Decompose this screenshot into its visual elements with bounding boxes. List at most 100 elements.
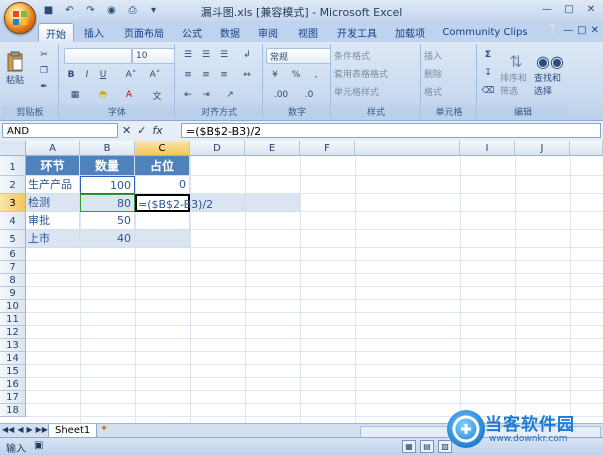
comma-style-icon[interactable]: , (308, 68, 324, 82)
shrink-font-icon[interactable]: A˅ (144, 68, 166, 82)
find-select-button[interactable]: ◉◉ 查找和选择 (534, 48, 566, 100)
increase-indent-icon[interactable]: ⇥ (198, 88, 214, 102)
phonetic-icon[interactable]: 文 (146, 88, 168, 102)
row-header-1[interactable]: 1 (0, 156, 26, 176)
ribbon-restore-icon[interactable]: □ (577, 25, 586, 36)
cell-a1[interactable]: 环节 (26, 156, 80, 176)
insert-sheet-icon[interactable]: ✦ (97, 424, 111, 437)
row-header-9[interactable]: 9 (0, 287, 26, 300)
fill-icon[interactable]: ↧ (480, 66, 496, 80)
row-header-15[interactable]: 15 (0, 365, 26, 378)
enter-icon[interactable]: ✓ (137, 124, 146, 137)
row-header-16[interactable]: 16 (0, 378, 26, 391)
column-header-c[interactable]: C (135, 141, 190, 156)
conditional-formatting-button[interactable]: 条件格式 (334, 48, 418, 62)
cell-c5[interactable] (135, 230, 190, 248)
percent-icon[interactable]: % (288, 68, 304, 82)
select-all-corner[interactable] (0, 141, 26, 156)
ribbon-minimize-icon[interactable]: — (563, 25, 573, 36)
insert-function-icon[interactable]: fx (152, 124, 162, 137)
column-header-b[interactable]: B (80, 141, 135, 156)
align-top-icon[interactable]: ☰ (180, 48, 196, 62)
row-header-14[interactable]: 14 (0, 352, 26, 365)
formula-input[interactable]: =($B$2-B3)/2 (181, 123, 601, 138)
borders-icon[interactable]: ▦ (64, 88, 86, 102)
close-icon[interactable]: ✕ (581, 2, 601, 17)
align-right-icon[interactable]: ≡ (216, 68, 232, 82)
minimize-icon[interactable]: — (537, 2, 557, 17)
cell-styles-button[interactable]: 单元格样式 (334, 84, 418, 98)
last-sheet-icon[interactable]: ▶▶ (36, 425, 48, 434)
align-bottom-icon[interactable]: ☰ (216, 48, 232, 62)
cell-a2[interactable]: 生产产品 (26, 176, 80, 194)
row-header-2[interactable]: 2 (0, 176, 26, 194)
align-center-icon[interactable]: ≡ (198, 68, 214, 82)
row-header-17[interactable]: 17 (0, 391, 26, 404)
cell-b5[interactable]: 40 (80, 230, 135, 248)
row-header-4[interactable]: 4 (0, 212, 26, 230)
page-layout-view-icon[interactable]: ▤ (420, 440, 434, 453)
copy-icon[interactable]: ❐ (36, 64, 52, 78)
orientation-icon[interactable]: ↗ (220, 88, 240, 102)
row-header-13[interactable]: 13 (0, 339, 26, 352)
increase-decimal-icon[interactable]: .00 (270, 88, 292, 102)
align-middle-icon[interactable]: ☰ (198, 48, 214, 62)
first-sheet-icon[interactable]: ◀◀ (2, 425, 14, 434)
format-cells-button[interactable]: 格式 (424, 84, 472, 98)
insert-cells-button[interactable]: 插入 (424, 48, 472, 62)
tab-home[interactable]: 开始 (38, 23, 74, 42)
column-header-j[interactable]: J (515, 141, 570, 156)
row-header-8[interactable]: 8 (0, 274, 26, 287)
delete-cells-button[interactable]: 删除 (424, 66, 472, 80)
macro-record-icon[interactable]: ▣ (34, 440, 43, 455)
normal-view-icon[interactable]: ▦ (402, 440, 416, 453)
decrease-decimal-icon[interactable]: .0 (298, 88, 320, 102)
cell-c1[interactable]: 占位 (135, 156, 190, 176)
next-sheet-icon[interactable]: ▶ (26, 425, 32, 434)
row-header-7[interactable]: 7 (0, 261, 26, 274)
tab-page-layout[interactable]: 页面布局 (118, 23, 170, 41)
grow-font-icon[interactable]: A˄ (120, 68, 142, 82)
tab-insert[interactable]: 插入 (78, 23, 110, 41)
align-left-icon[interactable]: ≡ (180, 68, 196, 82)
row-header-18[interactable]: 18 (0, 404, 26, 417)
cell-b3[interactable]: 80 (80, 194, 135, 212)
office-button[interactable] (4, 2, 36, 34)
cell-a3[interactable]: 检测 (26, 194, 80, 212)
cancel-icon[interactable]: ✕ (122, 124, 131, 137)
format-as-table-button[interactable]: 套用表格格式 (334, 66, 418, 80)
row-header-3[interactable]: 3 (0, 194, 26, 212)
column-header-i[interactable]: I (460, 141, 515, 156)
maximize-icon[interactable]: □ (559, 2, 579, 17)
ribbon-close-icon[interactable]: ✕ (591, 25, 599, 36)
sheet-tab-sheet1[interactable]: Sheet1 (48, 424, 98, 438)
sort-filter-button[interactable]: ⇅ 排序和筛选 (500, 48, 532, 100)
tab-view[interactable]: 视图 (292, 23, 324, 41)
currency-icon[interactable]: ¥ (266, 68, 284, 82)
column-header-f[interactable]: F (300, 141, 355, 156)
cell-e3[interactable] (245, 194, 300, 212)
number-format-select[interactable]: 常规 (266, 48, 331, 64)
name-box[interactable]: AND (2, 123, 118, 138)
column-header-a[interactable]: A (26, 141, 80, 156)
cell-b2[interactable]: 100 (80, 176, 135, 194)
font-size-select[interactable]: 10 (132, 48, 175, 64)
tab-addins[interactable]: 加载项 (390, 23, 430, 41)
row-header-12[interactable]: 12 (0, 326, 26, 339)
cell-c4[interactable] (135, 212, 190, 230)
format-painter-icon[interactable]: ✒ (36, 80, 52, 94)
autosum-icon[interactable]: Σ (480, 48, 496, 62)
column-header-e[interactable]: E (245, 141, 300, 156)
tab-review[interactable]: 审阅 (252, 23, 284, 41)
cell-c3-editing[interactable]: =($B$2-B3)/2 (135, 194, 213, 212)
cell-a4[interactable]: 审批 (26, 212, 80, 230)
tab-formulas[interactable]: 公式 (176, 23, 208, 41)
cell-b1[interactable]: 数量 (80, 156, 135, 176)
column-header-d[interactable]: D (190, 141, 245, 156)
tab-community-clips[interactable]: Community Clips (440, 23, 530, 41)
cell-a5[interactable]: 上市 (26, 230, 80, 248)
row-header-5[interactable]: 5 (0, 230, 26, 248)
help-icon[interactable]: ❔ (547, 25, 559, 36)
font-color-icon[interactable]: A (118, 88, 140, 102)
row-header-10[interactable]: 10 (0, 300, 26, 313)
